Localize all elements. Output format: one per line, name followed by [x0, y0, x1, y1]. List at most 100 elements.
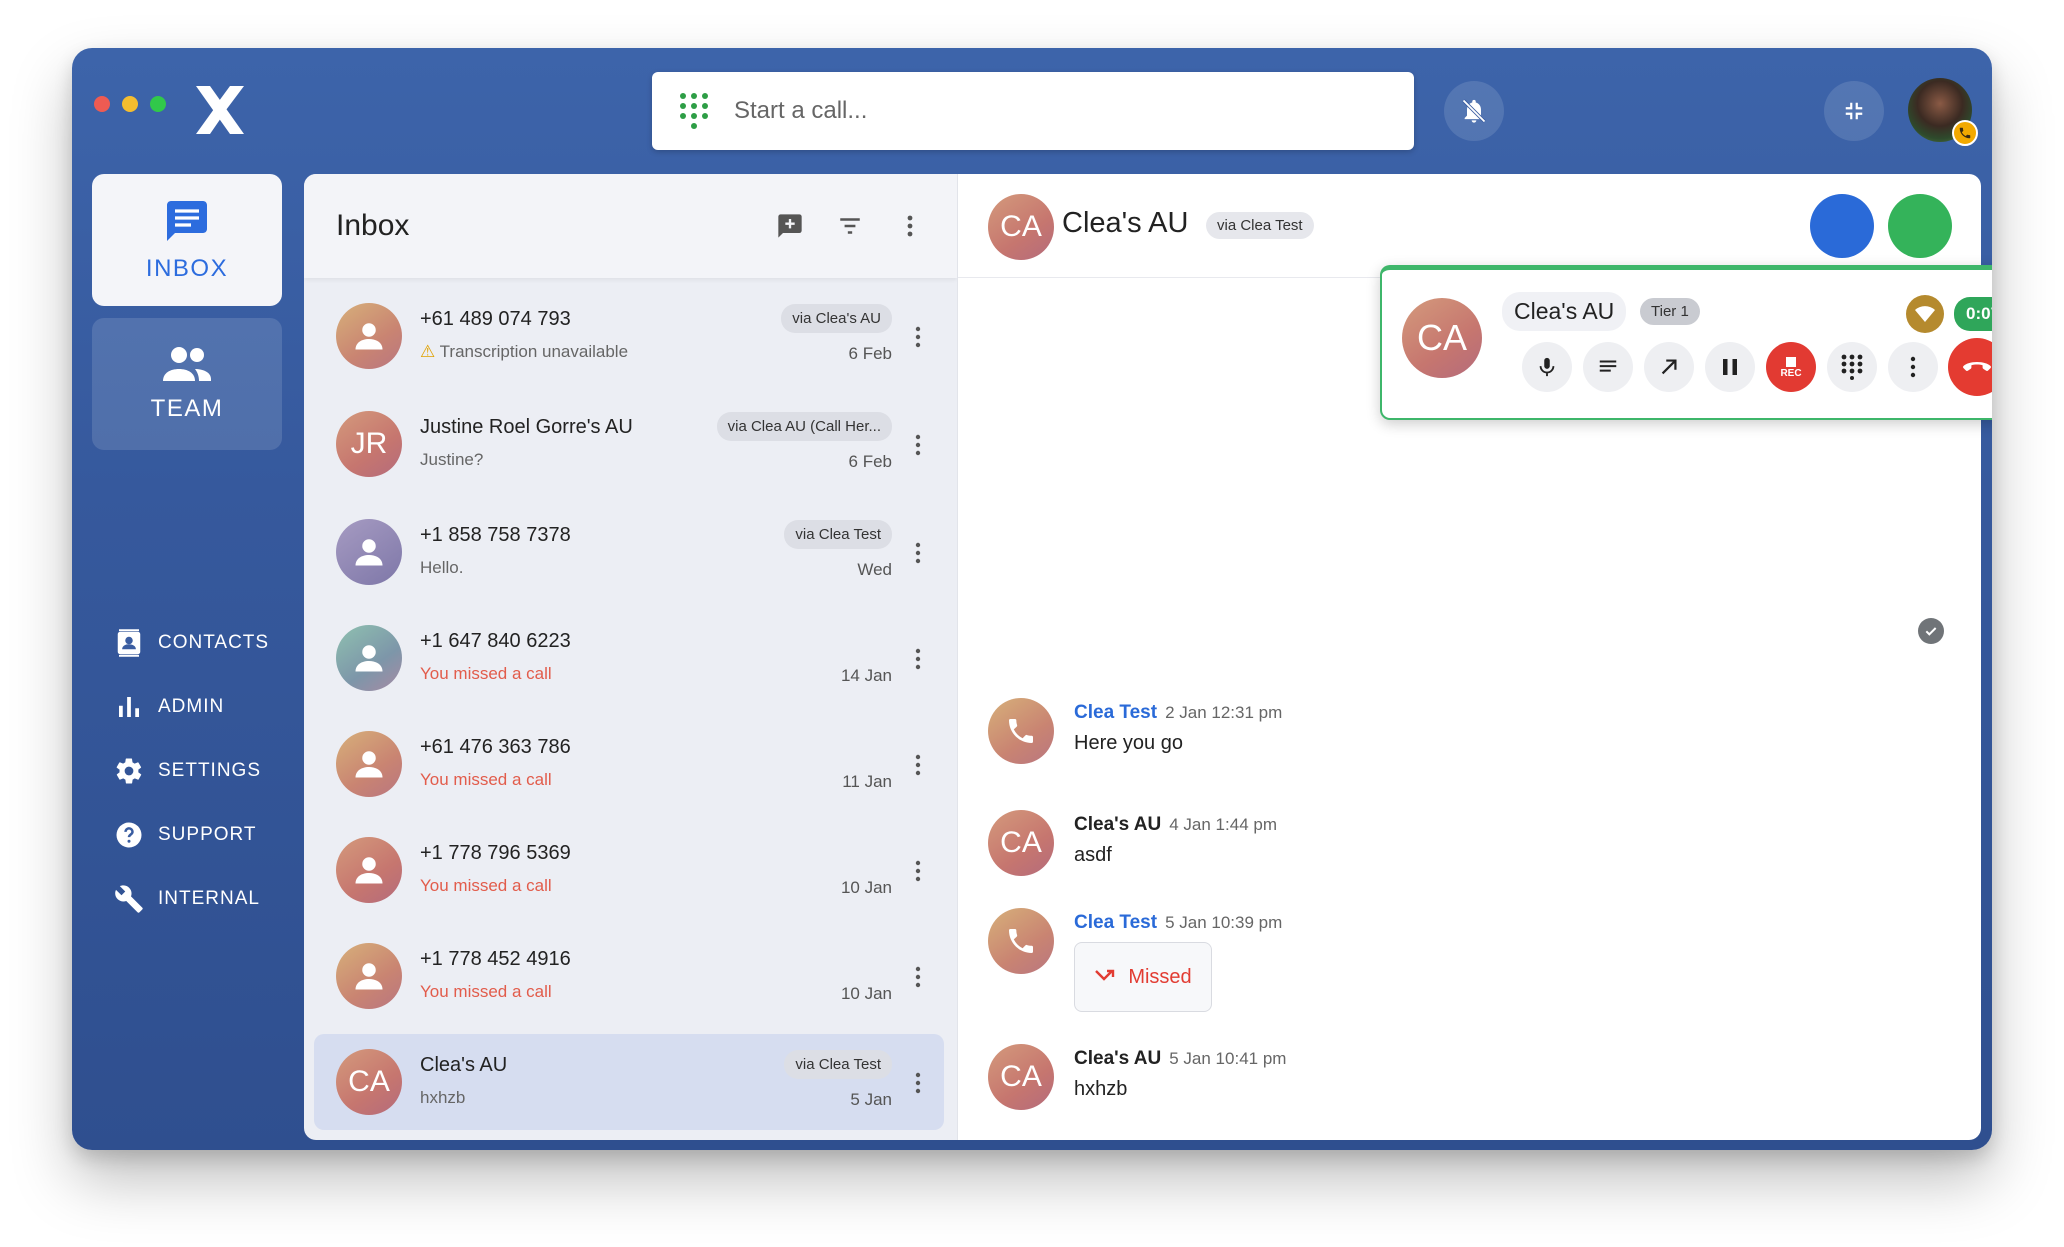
- filter-button[interactable]: [835, 211, 865, 241]
- more-vert-icon: [907, 215, 913, 237]
- delivered-check-icon: [1918, 618, 1944, 644]
- phone-icon: [1009, 929, 1033, 953]
- call-timer: 0:07: [1954, 297, 1992, 331]
- inbox-row[interactable]: +61 489 074 793 ⚠ Transcription unavaila…: [314, 288, 944, 384]
- inbox-row[interactable]: +1 858 758 7378 Hello. via Clea Test Wed: [314, 504, 944, 600]
- inbox-row[interactable]: +1 778 796 5369 You missed a call 10 Jan: [314, 822, 944, 918]
- row-more-button[interactable]: [906, 538, 930, 568]
- record-button[interactable]: REC: [1766, 342, 1816, 392]
- conversation-name: Clea's AU: [1062, 207, 1189, 239]
- pause-icon: [1723, 359, 1737, 375]
- nav-inbox[interactable]: INBOX: [92, 174, 282, 306]
- notes-button[interactable]: [1583, 342, 1633, 392]
- inbox-row[interactable]: +61 476 363 786 You missed a call 11 Jan: [314, 716, 944, 812]
- nav-settings[interactable]: SETTINGS: [114, 756, 261, 786]
- via-badge: via Clea Test: [784, 520, 892, 549]
- bar-chart-icon: [119, 697, 139, 717]
- sender-avatar: CA: [988, 1044, 1054, 1110]
- call-contact-name: Clea's AU: [1502, 292, 1627, 331]
- message-date: 10 Jan: [840, 984, 892, 1003]
- hang-up-icon: [1963, 362, 1991, 371]
- more-vert-icon: [915, 542, 921, 564]
- call-avatar: CA: [1402, 298, 1482, 378]
- nav-team[interactable]: TEAM: [92, 318, 282, 450]
- notifications-muted-button[interactable]: [1444, 81, 1504, 141]
- mute-button[interactable]: [1522, 342, 1572, 392]
- contact-avatar: [336, 731, 402, 797]
- message-time: 5 Jan 10:41 pm: [1169, 1049, 1287, 1068]
- row-more-button[interactable]: [906, 962, 930, 992]
- hold-button[interactable]: [1705, 342, 1755, 392]
- inbox-row[interactable]: +1 647 840 6223 You missed a call 14 Jan: [314, 610, 944, 706]
- contact-name: +61 489 074 793: [420, 308, 571, 330]
- inbox-row[interactable]: JR Justine Roel Gorre's AU Justine? via …: [314, 396, 944, 492]
- person-icon: [355, 857, 383, 884]
- inbox-panel: Inbox +61 489 074 793 ⚠ Transcription un…: [304, 174, 957, 1140]
- nav-inbox-label: INBOX: [145, 255, 229, 282]
- user-avatar[interactable]: [1908, 78, 1978, 146]
- missed-call-icon: [1095, 969, 1115, 981]
- contact-name: +1 647 840 6223: [420, 630, 571, 652]
- missed-call-label: Missed: [1128, 965, 1192, 988]
- message-date: 10 Jan: [840, 878, 892, 897]
- nav-internal[interactable]: INTERNAL: [114, 884, 260, 914]
- call-dialpad-button[interactable]: [1827, 342, 1877, 392]
- inbox-more-button[interactable]: [895, 211, 925, 241]
- transfer-button[interactable]: [1644, 342, 1694, 392]
- start-call-search[interactable]: [652, 72, 1414, 150]
- hang-up-button[interactable]: [1948, 338, 1992, 396]
- maximize-window-button[interactable]: [150, 96, 166, 112]
- conversation-header: CA Clea's AU via Clea Test: [958, 174, 1981, 278]
- dialpad-icon[interactable]: [678, 91, 710, 131]
- contact-avatar: [336, 943, 402, 1009]
- row-more-button[interactable]: [906, 322, 930, 352]
- inbox-row-selected[interactable]: CA Clea's AU hxhzb via Clea Test 5 Jan: [314, 1034, 944, 1130]
- message-preview: You missed a call: [420, 664, 552, 683]
- minimize-window-button[interactable]: [122, 96, 138, 112]
- row-more-button[interactable]: [906, 430, 930, 460]
- via-badge: via Clea's AU: [781, 304, 892, 333]
- message-text: hxhzb: [1074, 1078, 1128, 1100]
- close-window-button[interactable]: [94, 96, 110, 112]
- contact-avatar: [336, 519, 402, 585]
- row-more-button[interactable]: [906, 644, 930, 674]
- start-call-input[interactable]: [734, 97, 1334, 125]
- active-call-card: CA Clea's AU Tier 1 0:07 REC: [1380, 265, 1992, 420]
- new-message-button[interactable]: [775, 211, 805, 241]
- collapse-button[interactable]: [1824, 81, 1884, 141]
- inbox-row[interactable]: +1 778 452 4916 You missed a call 10 Jan: [314, 928, 944, 1024]
- nav-contacts[interactable]: CONTACTS: [114, 628, 269, 658]
- contact-name: +1 778 452 4916: [420, 948, 571, 970]
- message-action-button[interactable]: [1810, 194, 1874, 258]
- contact-name: Justine Roel Gorre's AU: [420, 416, 633, 438]
- missed-call-card[interactable]: Missed: [1074, 942, 1212, 1012]
- row-more-button[interactable]: [906, 1068, 930, 1098]
- message-date: 6 Feb: [848, 344, 892, 363]
- message-date: 6 Feb: [848, 452, 892, 471]
- caller-avatar: [988, 698, 1054, 764]
- warning-icon: ⚠: [420, 342, 436, 361]
- nav-team-label: TEAM: [150, 395, 224, 422]
- bell-off-icon: [1462, 99, 1486, 123]
- nav-support[interactable]: SUPPORT: [114, 820, 257, 850]
- message-date: 14 Jan: [840, 666, 892, 685]
- transfer-arrow-icon: [1661, 359, 1677, 375]
- contact-avatar: CA: [336, 1049, 402, 1115]
- message-preview-text: Transcription unavailable: [439, 342, 629, 361]
- message-preview: Hello.: [420, 558, 464, 577]
- person-icon: [355, 751, 383, 778]
- row-more-button[interactable]: [906, 856, 930, 886]
- row-more-button[interactable]: [906, 750, 930, 780]
- chat-icon: [167, 201, 207, 241]
- message-time: 2 Jan 12:31 pm: [1165, 703, 1283, 722]
- window-controls: [94, 96, 166, 112]
- message-preview: Justine?: [420, 450, 484, 469]
- message-time: 5 Jan 10:39 pm: [1165, 913, 1283, 932]
- call-more-button[interactable]: [1888, 342, 1938, 392]
- dialpad-icon: [1841, 354, 1863, 380]
- contact-avatar: [336, 625, 402, 691]
- call-action-button[interactable]: [1888, 194, 1952, 258]
- more-vert-icon: [915, 326, 921, 348]
- contact-avatar: [336, 837, 402, 903]
- nav-admin[interactable]: ADMIN: [114, 692, 224, 722]
